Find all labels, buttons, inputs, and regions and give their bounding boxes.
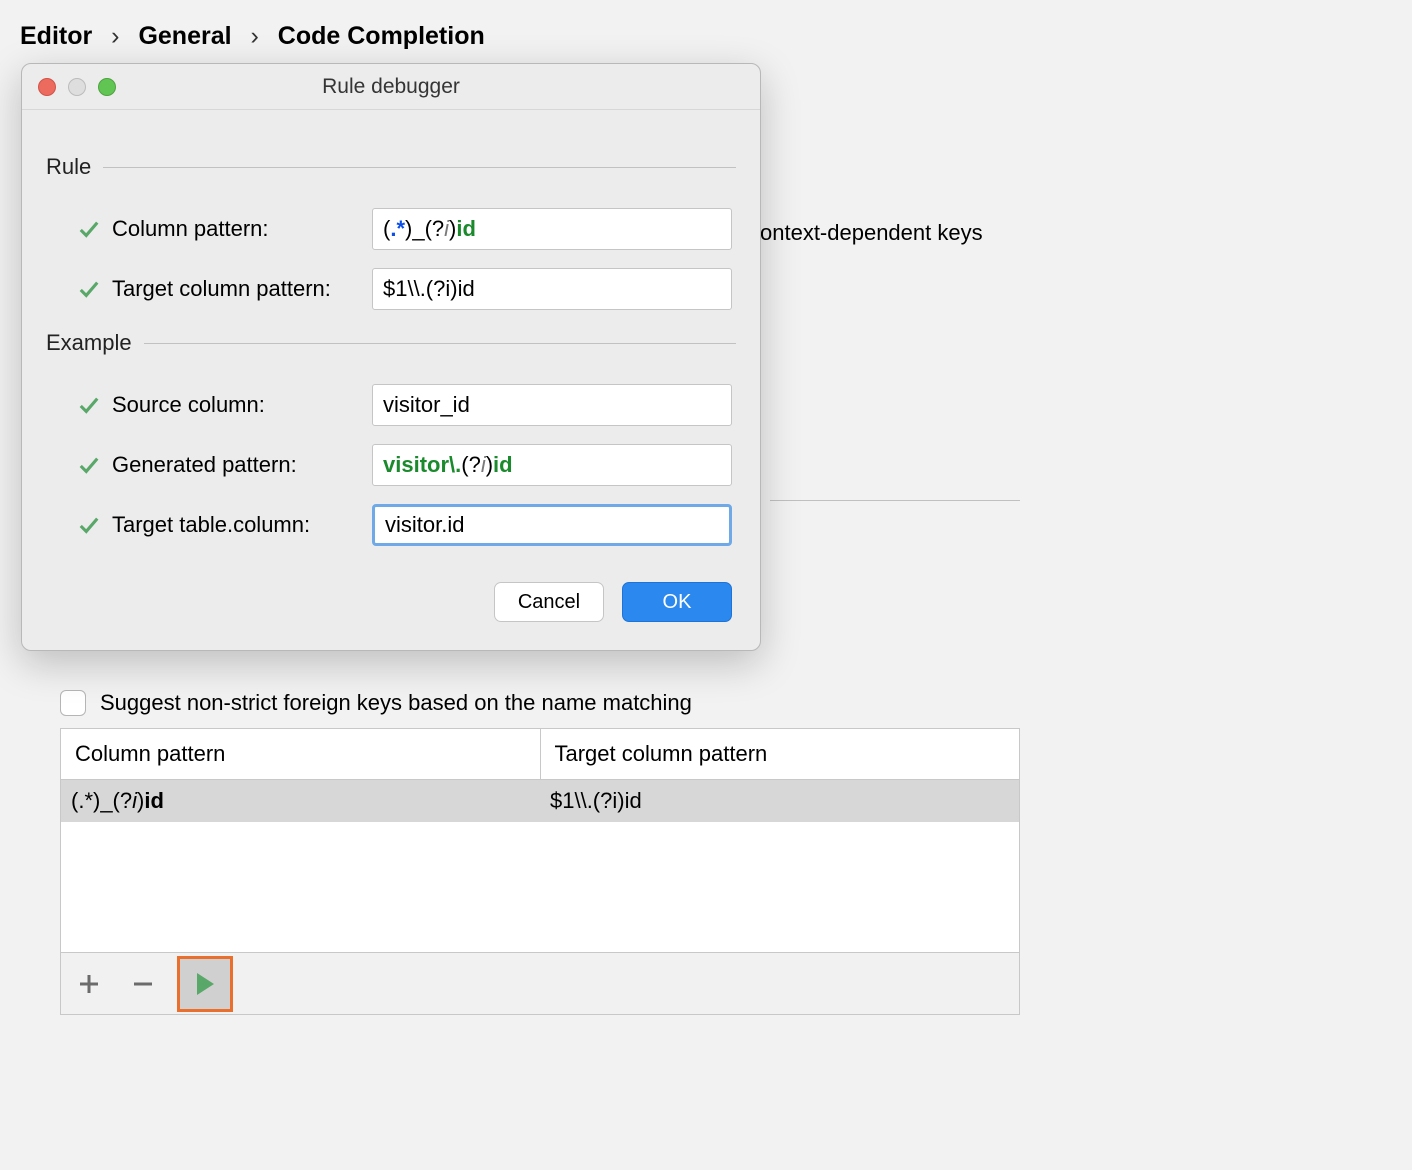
zoom-window-button[interactable] — [98, 78, 116, 96]
target-table-column-input[interactable] — [372, 504, 732, 546]
source-column-input[interactable] — [372, 384, 732, 426]
add-button[interactable] — [69, 964, 109, 1004]
suggest-foreign-keys-checkbox-row[interactable]: Suggest non-strict foreign keys based on… — [60, 690, 692, 716]
table-row[interactable]: (.*)_(?i)id $1\\.(?i)id — [61, 780, 1019, 822]
target-column-pattern-input[interactable] — [372, 268, 732, 310]
suggest-checkbox-label: Suggest non-strict foreign keys based on… — [100, 690, 692, 716]
ok-button[interactable]: OK — [622, 582, 732, 622]
close-window-button[interactable] — [38, 78, 56, 96]
source-column-row: Source column: — [78, 384, 736, 426]
source-column-label: Source column: — [112, 392, 372, 418]
dialog-titlebar[interactable]: Rule debugger — [22, 64, 760, 110]
section-example-header: Example — [46, 330, 736, 356]
minus-icon — [132, 973, 154, 995]
generated-pattern-row: Generated pattern: visitor\.(?i)id — [78, 444, 736, 486]
table-toolbar — [61, 952, 1019, 1014]
target-table-column-label: Target table.column: — [112, 512, 372, 538]
valid-check-icon — [78, 514, 100, 536]
valid-check-icon — [78, 454, 100, 476]
rule-debugger-dialog: Rule debugger Rule Column pattern: (.*)_… — [21, 63, 761, 651]
window-controls — [38, 78, 116, 96]
section-example-label: Example — [46, 330, 132, 356]
target-column-pattern-row: Target column pattern: — [78, 268, 736, 310]
breadcrumb-editor[interactable]: Editor — [20, 22, 92, 50]
section-rule-label: Rule — [46, 154, 91, 180]
column-pattern-label: Column pattern: — [112, 216, 372, 242]
dialog-title: Rule debugger — [322, 75, 460, 99]
valid-check-icon — [78, 394, 100, 416]
table-empty-area[interactable] — [61, 822, 1019, 952]
remove-button[interactable] — [123, 964, 163, 1004]
breadcrumb-code-completion[interactable]: Code Completion — [278, 22, 485, 50]
divider — [103, 167, 736, 168]
header-column-pattern[interactable]: Column pattern — [61, 729, 540, 779]
table-header: Column pattern Target column pattern — [61, 729, 1019, 780]
divider — [144, 343, 736, 344]
valid-check-icon — [78, 278, 100, 300]
cancel-button[interactable]: Cancel — [494, 582, 604, 622]
checkbox-icon[interactable] — [60, 690, 86, 716]
section-rule-header: Rule — [46, 154, 736, 180]
minimize-window-button — [68, 78, 86, 96]
header-target-column-pattern[interactable]: Target column pattern — [540, 729, 1020, 779]
generated-pattern-display[interactable]: visitor\.(?i)id — [372, 444, 732, 486]
cell-target-column-pattern: $1\\.(?i)id — [540, 780, 1019, 822]
column-pattern-row: Column pattern: (.*)_(?i)id — [78, 208, 736, 250]
pattern-table: Column pattern Target column pattern (.*… — [60, 728, 1020, 1015]
cell-column-pattern: (.*)_(?i)id — [61, 780, 540, 822]
target-column-pattern-label: Target column pattern: — [112, 276, 372, 302]
generated-pattern-label: Generated pattern: — [112, 452, 372, 478]
valid-check-icon — [78, 218, 100, 240]
column-pattern-input[interactable]: (.*)_(?i)id — [372, 208, 732, 250]
background-partial-text: ontext-dependent keys — [760, 220, 983, 246]
target-table-column-row: Target table.column: — [78, 504, 736, 546]
breadcrumb-separator: › — [251, 22, 259, 50]
breadcrumb-separator: › — [111, 22, 119, 50]
breadcrumb-general[interactable]: General — [138, 22, 231, 50]
play-icon — [197, 973, 214, 995]
dialog-button-bar: Cancel OK — [46, 582, 736, 622]
plus-icon — [78, 973, 100, 995]
debug-rule-button[interactable] — [177, 956, 233, 1012]
background-divider — [770, 500, 1020, 501]
